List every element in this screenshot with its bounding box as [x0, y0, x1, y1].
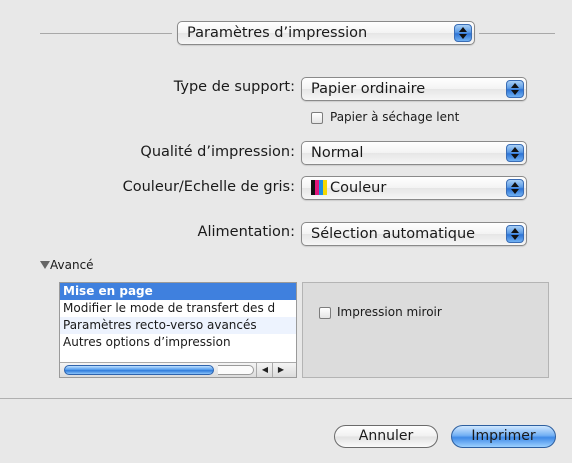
slow-dry-checkbox[interactable] [311, 112, 323, 124]
preset-popup[interactable]: Paramètres d’impression [177, 21, 475, 45]
feed-popup[interactable]: Sélection automatique [301, 222, 527, 246]
color-bars-icon [311, 180, 327, 195]
popup-arrows-icon [454, 24, 472, 42]
advanced-options-list[interactable]: Mise en page Modifier le mode de transfe… [59, 282, 297, 378]
scroll-right-icon[interactable]: ▶ [272, 363, 289, 377]
quality-popup[interactable]: Normal [301, 141, 527, 165]
advanced-disclosure[interactable]: Avancé [40, 258, 94, 272]
color-mode-label: Couleur/Echelle de gris: [122, 179, 295, 195]
triangle-down-icon [40, 261, 50, 269]
advanced-label: Avancé [50, 258, 94, 272]
advanced-options-panel: Impression miroir [302, 282, 549, 378]
color-mode-value: Couleur [330, 180, 387, 196]
cancel-button[interactable]: Annuler [334, 425, 438, 448]
list-item[interactable]: Paramètres recto-verso avancés [60, 317, 296, 334]
mirror-checkbox[interactable] [319, 307, 331, 319]
list-item[interactable]: Modifier le mode de transfert des d [60, 300, 296, 317]
quality-value: Normal [311, 145, 364, 161]
quality-label: Qualité d’impression: [140, 144, 295, 160]
slow-dry-label: Papier à séchage lent [330, 110, 460, 124]
horizontal-scrollbar[interactable]: ◀ ▶ [60, 362, 296, 377]
print-button[interactable]: Imprimer [451, 425, 556, 448]
list-item[interactable]: Autres options d’impression [60, 334, 296, 351]
bottom-separator [0, 398, 572, 399]
feed-label: Alimentation: [197, 224, 295, 240]
mirror-label: Impression miroir [337, 305, 442, 319]
top-divider-left [40, 33, 172, 34]
media-type-popup[interactable]: Papier ordinaire [301, 77, 527, 101]
preset-popup-value: Paramètres d’impression [187, 25, 368, 41]
popup-arrows-icon [506, 179, 524, 197]
scrollbar-thumb[interactable] [64, 365, 214, 375]
popup-arrows-icon [506, 80, 524, 98]
list-item[interactable]: Mise en page [60, 283, 296, 300]
feed-value: Sélection automatique [311, 226, 476, 242]
media-type-label: Type de support: [173, 79, 295, 95]
popup-arrows-icon [506, 144, 524, 162]
popup-arrows-icon [506, 225, 524, 243]
scrollbar-track[interactable] [218, 365, 254, 375]
color-mode-popup[interactable]: Couleur [301, 176, 527, 200]
top-divider-right [479, 33, 555, 34]
scroll-left-icon[interactable]: ◀ [256, 363, 273, 377]
media-type-value: Papier ordinaire [311, 81, 426, 97]
